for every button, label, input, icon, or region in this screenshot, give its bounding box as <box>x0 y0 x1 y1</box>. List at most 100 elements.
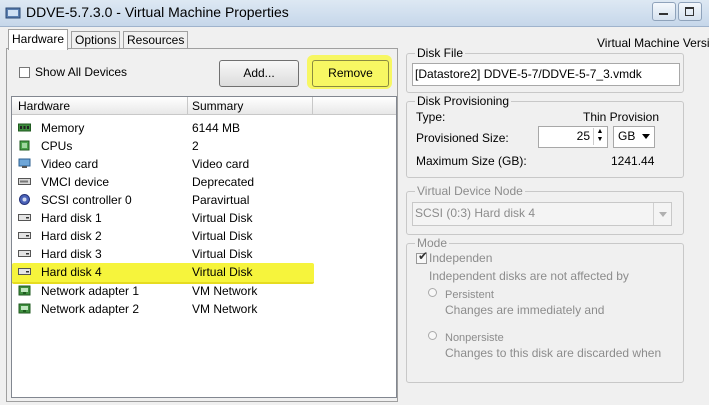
chevron-down-icon <box>642 134 650 139</box>
dropdown-button[interactable] <box>653 203 671 225</box>
table-row-selected[interactable]: Hard disk 4 Virtual Disk <box>12 263 396 284</box>
column-separator[interactable] <box>312 97 313 114</box>
network-adapter-icon <box>18 303 31 314</box>
scsi-controller-icon <box>19 194 30 205</box>
disk-file-path[interactable]: [Datastore2] DDVE-5-7/DDVE-5-7_3.vmdk <box>412 63 680 86</box>
table-row[interactable]: VMCI device Deprecated <box>12 173 396 191</box>
row-summary: Virtual Disk <box>192 265 253 279</box>
independent-checkbox[interactable]: ✔ <box>416 249 429 264</box>
column-header-hardware[interactable]: Hardware <box>18 99 70 113</box>
row-name: CPUs <box>41 139 73 153</box>
row-name: Hard disk 1 <box>41 211 102 225</box>
table-row[interactable]: Memory 6144 MB <box>12 119 396 137</box>
maximize-icon <box>685 7 694 16</box>
table-row[interactable]: SCSI controller 0 Paravirtual <box>12 191 396 209</box>
minimize-icon <box>659 13 668 15</box>
tab-options[interactable]: Options <box>71 31 121 49</box>
row-summary: Virtual Disk <box>192 229 253 243</box>
row-summary: VM Network <box>192 284 258 298</box>
disk-file-group: Disk File [Datastore2] DDVE-5-7/DDVE-5-7… <box>406 46 684 93</box>
size-unit-select[interactable]: GB <box>613 126 655 148</box>
stepper-arrows-icon[interactable]: ▲ ▼ <box>593 128 606 145</box>
provisioned-size-label: Provisioned Size: <box>416 131 509 145</box>
tab-hardware[interactable]: Hardware <box>8 29 69 50</box>
chevron-down-icon <box>659 212 667 217</box>
virtual-device-node-value: SCSI (0:3) Hard disk 4 <box>415 206 536 220</box>
table-row[interactable]: Network adapter 1 VM Network <box>12 282 396 300</box>
row-name: SCSI controller 0 <box>41 193 132 207</box>
virtual-device-node-group: Virtual Device Node SCSI (0:3) Hard disk… <box>406 184 684 235</box>
hard-disk-icon <box>18 232 31 239</box>
table-row[interactable]: Network adapter 2 VM Network <box>12 300 396 318</box>
row-name: Video card <box>41 157 99 171</box>
row-summary: Virtual Disk <box>192 247 253 261</box>
independent-label: Independen <box>429 251 493 265</box>
row-summary: VM Network <box>192 302 258 316</box>
vm-version-label: Virtual Machine Versi <box>597 36 709 50</box>
column-separator[interactable] <box>187 97 188 114</box>
add-button[interactable]: Add... <box>219 60 299 87</box>
show-all-devices-checkbox[interactable] <box>19 67 30 78</box>
row-summary: Video card <box>192 157 250 171</box>
size-unit-value: GB <box>618 129 636 143</box>
hard-disk-icon <box>18 268 31 275</box>
table-row[interactable]: Hard disk 1 Virtual Disk <box>12 209 396 227</box>
virtual-device-node-select[interactable]: SCSI (0:3) Hard disk 4 <box>412 202 672 226</box>
vmci-device-icon <box>18 178 31 185</box>
video-card-icon <box>18 158 31 168</box>
independent-description: Independent disks are not affected by <box>429 269 629 283</box>
nonpersistent-radio[interactable] <box>428 331 437 340</box>
type-label: Type: <box>416 110 446 124</box>
table-row[interactable]: Hard disk 2 Virtual Disk <box>12 227 396 245</box>
hard-disk-icon <box>18 250 31 257</box>
provisioned-size-stepper[interactable]: 25 ▲ ▼ <box>538 126 608 148</box>
maximize-button[interactable] <box>678 2 702 21</box>
row-name: Hard disk 3 <box>41 247 102 261</box>
persistent-radio[interactable] <box>428 288 437 297</box>
mode-group: Mode ✔ Independen Independent disks are … <box>406 236 684 383</box>
memory-icon <box>18 123 31 132</box>
hardware-panel: Show All Devices Add... Remove Hardware … <box>6 48 398 402</box>
window-title: DDVE-5.7.3.0 - Virtual Machine Propertie… <box>26 4 289 20</box>
row-name: VMCI device <box>41 175 110 189</box>
row-summary: Deprecated <box>192 175 255 189</box>
table-row[interactable]: CPUs 2 <box>12 137 396 155</box>
row-summary: 6144 MB <box>192 121 241 135</box>
persistent-description: Changes are immediately and <box>445 303 605 317</box>
row-name: Hard disk 2 <box>41 229 102 243</box>
title-bar: DDVE-5.7.3.0 - Virtual Machine Propertie… <box>0 0 709 27</box>
mode-label: Mode <box>415 236 450 250</box>
row-name: Network adapter 2 <box>41 302 140 316</box>
nonpersistent-description: Changes to this disk are discarded when <box>445 346 662 360</box>
row-name: Hard disk 4 <box>41 265 102 279</box>
disk-provisioning-group: Disk Provisioning Type: Thin Provision P… <box>406 94 684 178</box>
row-summary: Paravirtual <box>192 193 250 207</box>
max-size-label: Maximum Size (GB): <box>416 154 527 168</box>
cpu-icon <box>19 140 30 151</box>
row-name: Network adapter 1 <box>41 284 140 298</box>
disk-file-label: Disk File <box>415 46 466 60</box>
table-header: Hardware Summary <box>12 97 396 115</box>
checkmark-icon: ✔ <box>418 249 429 263</box>
vm-app-icon <box>5 7 21 19</box>
show-all-devices-label: Show All Devices <box>35 65 128 79</box>
table-row[interactable]: Hard disk 3 Virtual Disk <box>12 245 396 263</box>
tab-resources[interactable]: Resources <box>123 31 189 49</box>
row-summary: Virtual Disk <box>192 211 253 225</box>
row-name: Memory <box>41 121 85 135</box>
remove-button[interactable]: Remove <box>312 60 389 87</box>
column-header-summary[interactable]: Summary <box>192 99 243 113</box>
table-row[interactable]: Video card Video card <box>12 155 396 173</box>
nonpersistent-label: Nonpersiste <box>445 332 504 344</box>
type-value: Thin Provision <box>583 110 660 124</box>
network-adapter-icon <box>18 285 31 296</box>
hard-disk-icon <box>18 214 31 221</box>
virtual-device-node-label: Virtual Device Node <box>415 184 525 198</box>
provisioned-size-value: 25 <box>576 129 590 143</box>
disk-provisioning-label: Disk Provisioning <box>415 94 512 108</box>
max-size-value: 1241.44 <box>611 154 655 168</box>
minimize-button[interactable] <box>652 2 676 21</box>
persistent-label: Persistent <box>445 289 494 301</box>
row-summary: 2 <box>192 139 199 153</box>
hardware-table: Hardware Summary Memory 6144 MB CPUs 2 V… <box>11 96 397 398</box>
